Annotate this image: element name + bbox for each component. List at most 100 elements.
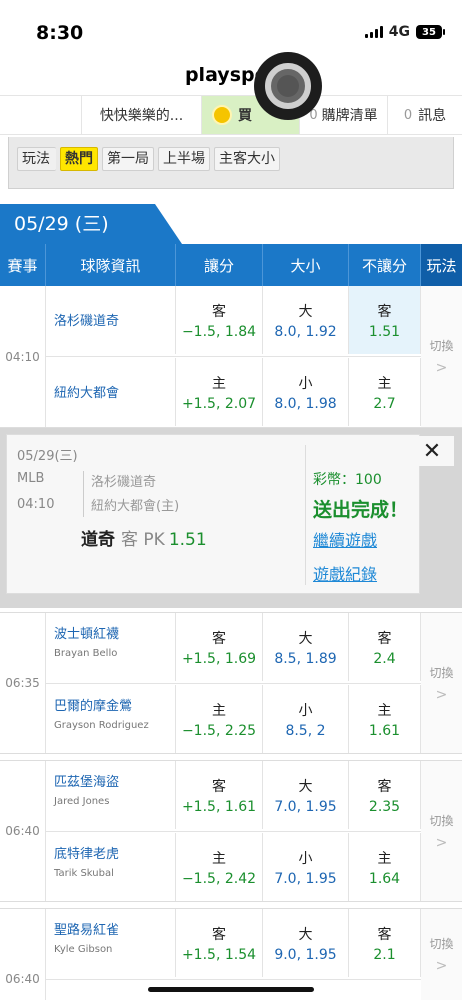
chevron-right-icon: > (435, 958, 448, 974)
ml-side: 主 (377, 702, 392, 719)
moneyline-cell[interactable]: 主 1.61 (349, 685, 421, 753)
spread-cell[interactable]: 主 +1.5, 2.07 (176, 358, 263, 426)
popup-home-team: 紐約大都會(主) (91, 499, 180, 514)
home-indicator[interactable] (148, 987, 314, 992)
pitcher-name: Kyle Gibson (54, 944, 113, 955)
table-header: 賽事 球隊資訊 讓分 大小 不讓分 玩法 (0, 244, 462, 286)
bet-team: 道奇 (81, 530, 115, 550)
total-cell[interactable]: 大 7.0, 1.95 (263, 761, 349, 829)
network-label: 4G (388, 24, 410, 40)
home-row: 紐約大都會 主 +1.5, 2.07 小 8.0, 1.98 主 2.7 (46, 358, 421, 426)
close-icon[interactable]: ✕ (410, 436, 454, 466)
filter-first-inning[interactable]: 第一局 (102, 147, 154, 171)
total-side: 大 (298, 926, 313, 943)
ml-value: 1.51 (368, 323, 401, 340)
switch-button[interactable]: 切換 > (421, 909, 462, 1000)
switch-label: 切換 (429, 813, 454, 828)
total-cell[interactable]: 大 8.5, 1.89 (263, 613, 349, 681)
total-cell[interactable]: 大 9.0, 1.95 (263, 909, 349, 977)
header-moneyline: 不讓分 (349, 244, 421, 286)
chevron-right-icon: > (435, 686, 448, 703)
continue-game-link[interactable]: 繼續遊戲 (313, 527, 377, 551)
switch-button[interactable]: 切換 > (421, 286, 462, 427)
ml-side: 客 (377, 778, 392, 795)
date-tab: 05/29 (三) (0, 204, 182, 244)
switch-label: 切換 (429, 665, 454, 680)
spread-side: 客 (212, 303, 226, 320)
assistive-touch-icon (265, 63, 311, 109)
chevron-right-icon: > (435, 360, 448, 376)
moneyline-cell[interactable]: 主 1.64 (349, 833, 421, 901)
header-team: 球隊資訊 (46, 244, 176, 286)
team-info: 底特律老虎 Tarik Skubal (46, 833, 176, 901)
game-history-link[interactable]: 遊戲紀錄 (313, 561, 377, 585)
moneyline-cell-selected[interactable]: 客 1.51 (349, 286, 421, 354)
moneyline-cell[interactable]: 客 2.35 (349, 761, 421, 829)
chevron-right-icon: > (435, 834, 448, 851)
moneyline-cell[interactable]: 主 2.7 (349, 358, 421, 426)
team-name[interactable]: 巴爾的摩金鶯 (54, 695, 167, 714)
total-cell[interactable]: 小 8.5, 2 (263, 685, 349, 753)
spread-cell[interactable]: 客 +1.5, 1.61 (176, 761, 263, 829)
total-cell[interactable]: 小 7.0, 1.95 (263, 833, 349, 901)
team-name[interactable]: 洛杉磯道奇 (54, 310, 167, 329)
total-side: 大 (298, 303, 313, 320)
popup-done-message: 送出完成！ (313, 499, 409, 521)
popup-date: 05/29(三) (17, 449, 78, 464)
filter-first-half[interactable]: 上半場 (158, 147, 210, 171)
nav-messages[interactable]: 0 訊息 (388, 96, 462, 134)
team-name[interactable]: 波士頓紅襪 (54, 623, 167, 642)
confirmation-popup: 05/29(三) MLB 04:10 洛杉磯道奇 紐約大都會(主) 道奇客 PK… (6, 434, 420, 594)
filter-home-away-total[interactable]: 主客大小 (214, 147, 280, 171)
filter-label: 玩法 (17, 147, 56, 171)
header-play[interactable]: 玩法 (421, 244, 462, 286)
popup-coins: 彩幣：100 (313, 472, 382, 488)
team-name[interactable]: 聖路易紅雀 (54, 919, 167, 938)
total-value: 7.0, 1.95 (274, 798, 337, 815)
total-cell[interactable]: 小 8.0, 1.98 (263, 358, 349, 426)
pitcher-name: Tarik Skubal (54, 868, 114, 879)
spread-cell[interactable]: 客 +1.5, 1.69 (176, 613, 263, 681)
team-name[interactable]: 匹茲堡海盜 (54, 771, 167, 790)
clock: 8:30 (36, 22, 84, 44)
spread-cell[interactable]: 客 +1.5, 1.54 (176, 909, 263, 977)
moneyline-cell[interactable]: 客 2.4 (349, 613, 421, 681)
signal-icon (364, 26, 383, 38)
pitcher-name: Jared Jones (54, 796, 110, 807)
team-name[interactable]: 紐約大都會 (54, 382, 167, 401)
total-side: 小 (298, 850, 313, 867)
assistive-touch-button[interactable] (254, 52, 322, 120)
status-icons: 4G 35 (364, 24, 445, 40)
nav-buy-label: 買 (238, 108, 252, 124)
team-info: 波士頓紅襪 Brayan Bello (46, 613, 176, 681)
confirmation-overlay: 05/29(三) MLB 04:10 洛杉磯道奇 紐約大都會(主) 道奇客 PK… (0, 428, 462, 608)
switch-button[interactable]: 切換 > (421, 613, 462, 753)
spread-cell[interactable]: 主 −1.5, 2.25 (176, 685, 263, 753)
spread-value: −1.5, 2.25 (181, 722, 257, 739)
home-row: 巴爾的摩金鶯 Grayson Rodriguez 主 −1.5, 2.25 小 8.5… (46, 685, 421, 753)
away-row: 聖路易紅雀 Kyle Gibson 客 +1.5, 1.54 大 9.0, 1.95 … (46, 909, 421, 977)
total-value: 8.0, 1.92 (274, 323, 337, 340)
moneyline-cell[interactable]: 客 2.1 (349, 909, 421, 977)
spread-side: 主 (212, 850, 226, 867)
spread-side: 客 (212, 630, 226, 647)
msg-label: 訊息 (418, 108, 447, 124)
spread-side: 客 (212, 926, 226, 943)
total-value: 9.0, 1.95 (274, 946, 337, 963)
nav-game-name[interactable]: 快快樂樂的... (82, 96, 202, 134)
spread-value: +1.5, 2.07 (181, 395, 257, 412)
total-cell[interactable]: 大 8.0, 1.92 (263, 286, 349, 354)
team-name[interactable]: 底特律老虎 (54, 843, 167, 862)
game-time: 06:40 (0, 761, 46, 901)
ml-side: 客 (377, 303, 392, 320)
team-info: 紐約大都會 (46, 358, 176, 426)
site-title: playspor (184, 64, 278, 86)
filter-hot[interactable]: 熱門 (60, 147, 98, 171)
total-side: 大 (298, 630, 313, 647)
team-info: 洛杉磯道奇 (46, 286, 176, 354)
spread-cell[interactable]: 主 −1.5, 2.42 (176, 833, 263, 901)
game-row: 04:10 洛杉磯道奇 客 −1.5, 1.84 大 8.0, 1.92 客 1.51… (0, 286, 462, 428)
switch-button[interactable]: 切換 > (421, 761, 462, 901)
away-row: 匹茲堡海盜 Jared Jones 客 +1.5, 1.61 大 7.0, 1.95 … (46, 761, 421, 829)
spread-cell[interactable]: 客 −1.5, 1.84 (176, 286, 263, 354)
